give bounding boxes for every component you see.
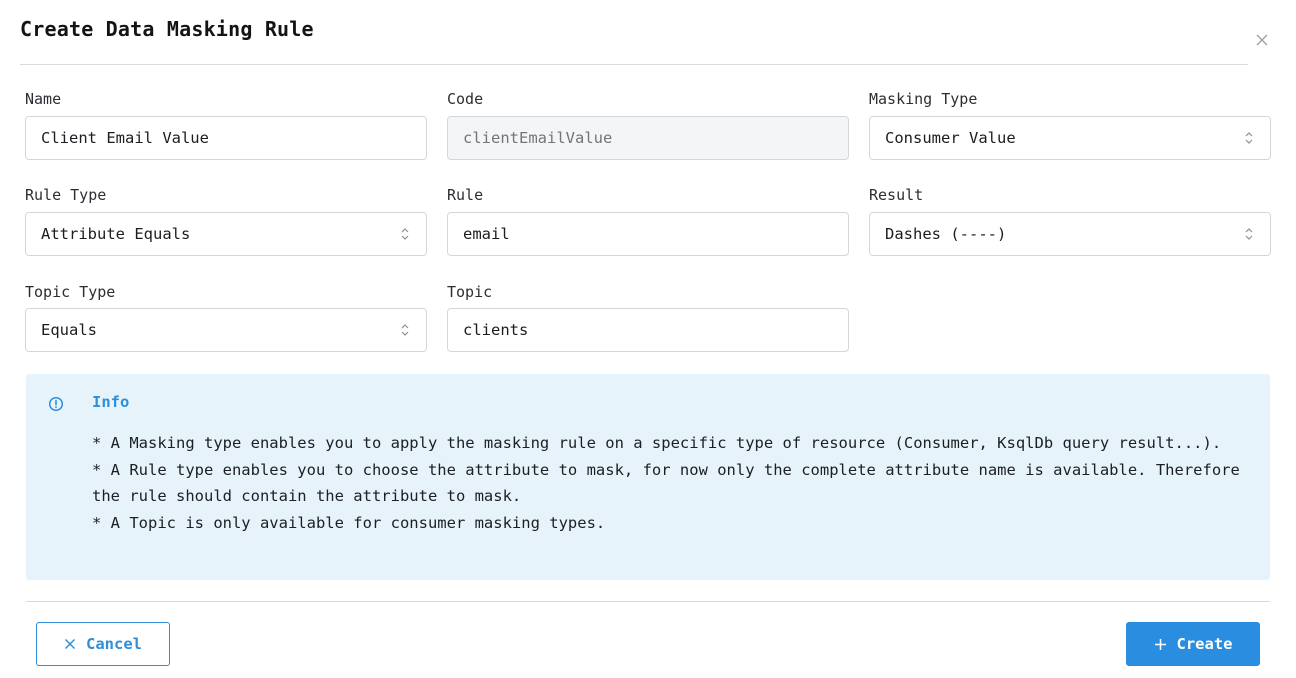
name-label: Name: [25, 90, 62, 108]
topic-input[interactable]: [447, 308, 849, 352]
info-line: * A Rule type enables you to choose the …: [92, 460, 1240, 506]
info-title: Info: [92, 393, 130, 411]
header-divider: [20, 64, 1248, 65]
rule-input[interactable]: [447, 212, 849, 256]
select-arrows-icon: [399, 322, 411, 338]
result-value: Dashes (----): [885, 225, 1007, 243]
topic-type-select[interactable]: Equals: [25, 308, 427, 352]
create-data-masking-rule-dialog: Create Data Masking Rule Name Code Maski…: [0, 0, 1296, 678]
create-label: Create: [1176, 635, 1233, 653]
rule-type-value: Attribute Equals: [41, 225, 191, 243]
info-body: * A Masking type enables you to apply th…: [92, 430, 1252, 536]
select-arrows-icon: [399, 226, 411, 242]
close-icon: [1256, 34, 1268, 46]
masking-type-select[interactable]: Consumer Value: [869, 116, 1271, 160]
footer-divider: [26, 601, 1270, 602]
code-label: Code: [447, 90, 484, 108]
plus-icon: [1154, 638, 1166, 650]
topic-type-value: Equals: [41, 321, 97, 339]
info-circle-icon: [48, 396, 64, 416]
masking-type-value: Consumer Value: [885, 129, 1016, 147]
dialog-title: Create Data Masking Rule: [20, 17, 314, 41]
topic-label: Topic: [447, 283, 493, 301]
masking-type-label: Masking Type: [869, 90, 978, 108]
info-alert: Info * A Masking type enables you to app…: [26, 374, 1270, 580]
name-input[interactable]: [25, 116, 427, 160]
close-icon: [64, 638, 76, 650]
cancel-button[interactable]: Cancel: [36, 622, 170, 666]
select-arrows-icon: [1243, 226, 1255, 242]
result-select[interactable]: Dashes (----): [869, 212, 1271, 256]
close-button[interactable]: [1250, 28, 1274, 52]
rule-type-label: Rule Type: [25, 186, 107, 204]
create-button[interactable]: Create: [1126, 622, 1260, 666]
info-line: * A Topic is only available for consumer…: [92, 513, 606, 532]
select-arrows-icon: [1243, 130, 1255, 146]
code-input[interactable]: [447, 116, 849, 160]
rule-type-select[interactable]: Attribute Equals: [25, 212, 427, 256]
rule-label: Rule: [447, 186, 484, 204]
cancel-label: Cancel: [86, 635, 142, 653]
result-label: Result: [869, 186, 924, 204]
topic-type-label: Topic Type: [25, 283, 116, 301]
info-line: * A Masking type enables you to apply th…: [92, 434, 1222, 452]
